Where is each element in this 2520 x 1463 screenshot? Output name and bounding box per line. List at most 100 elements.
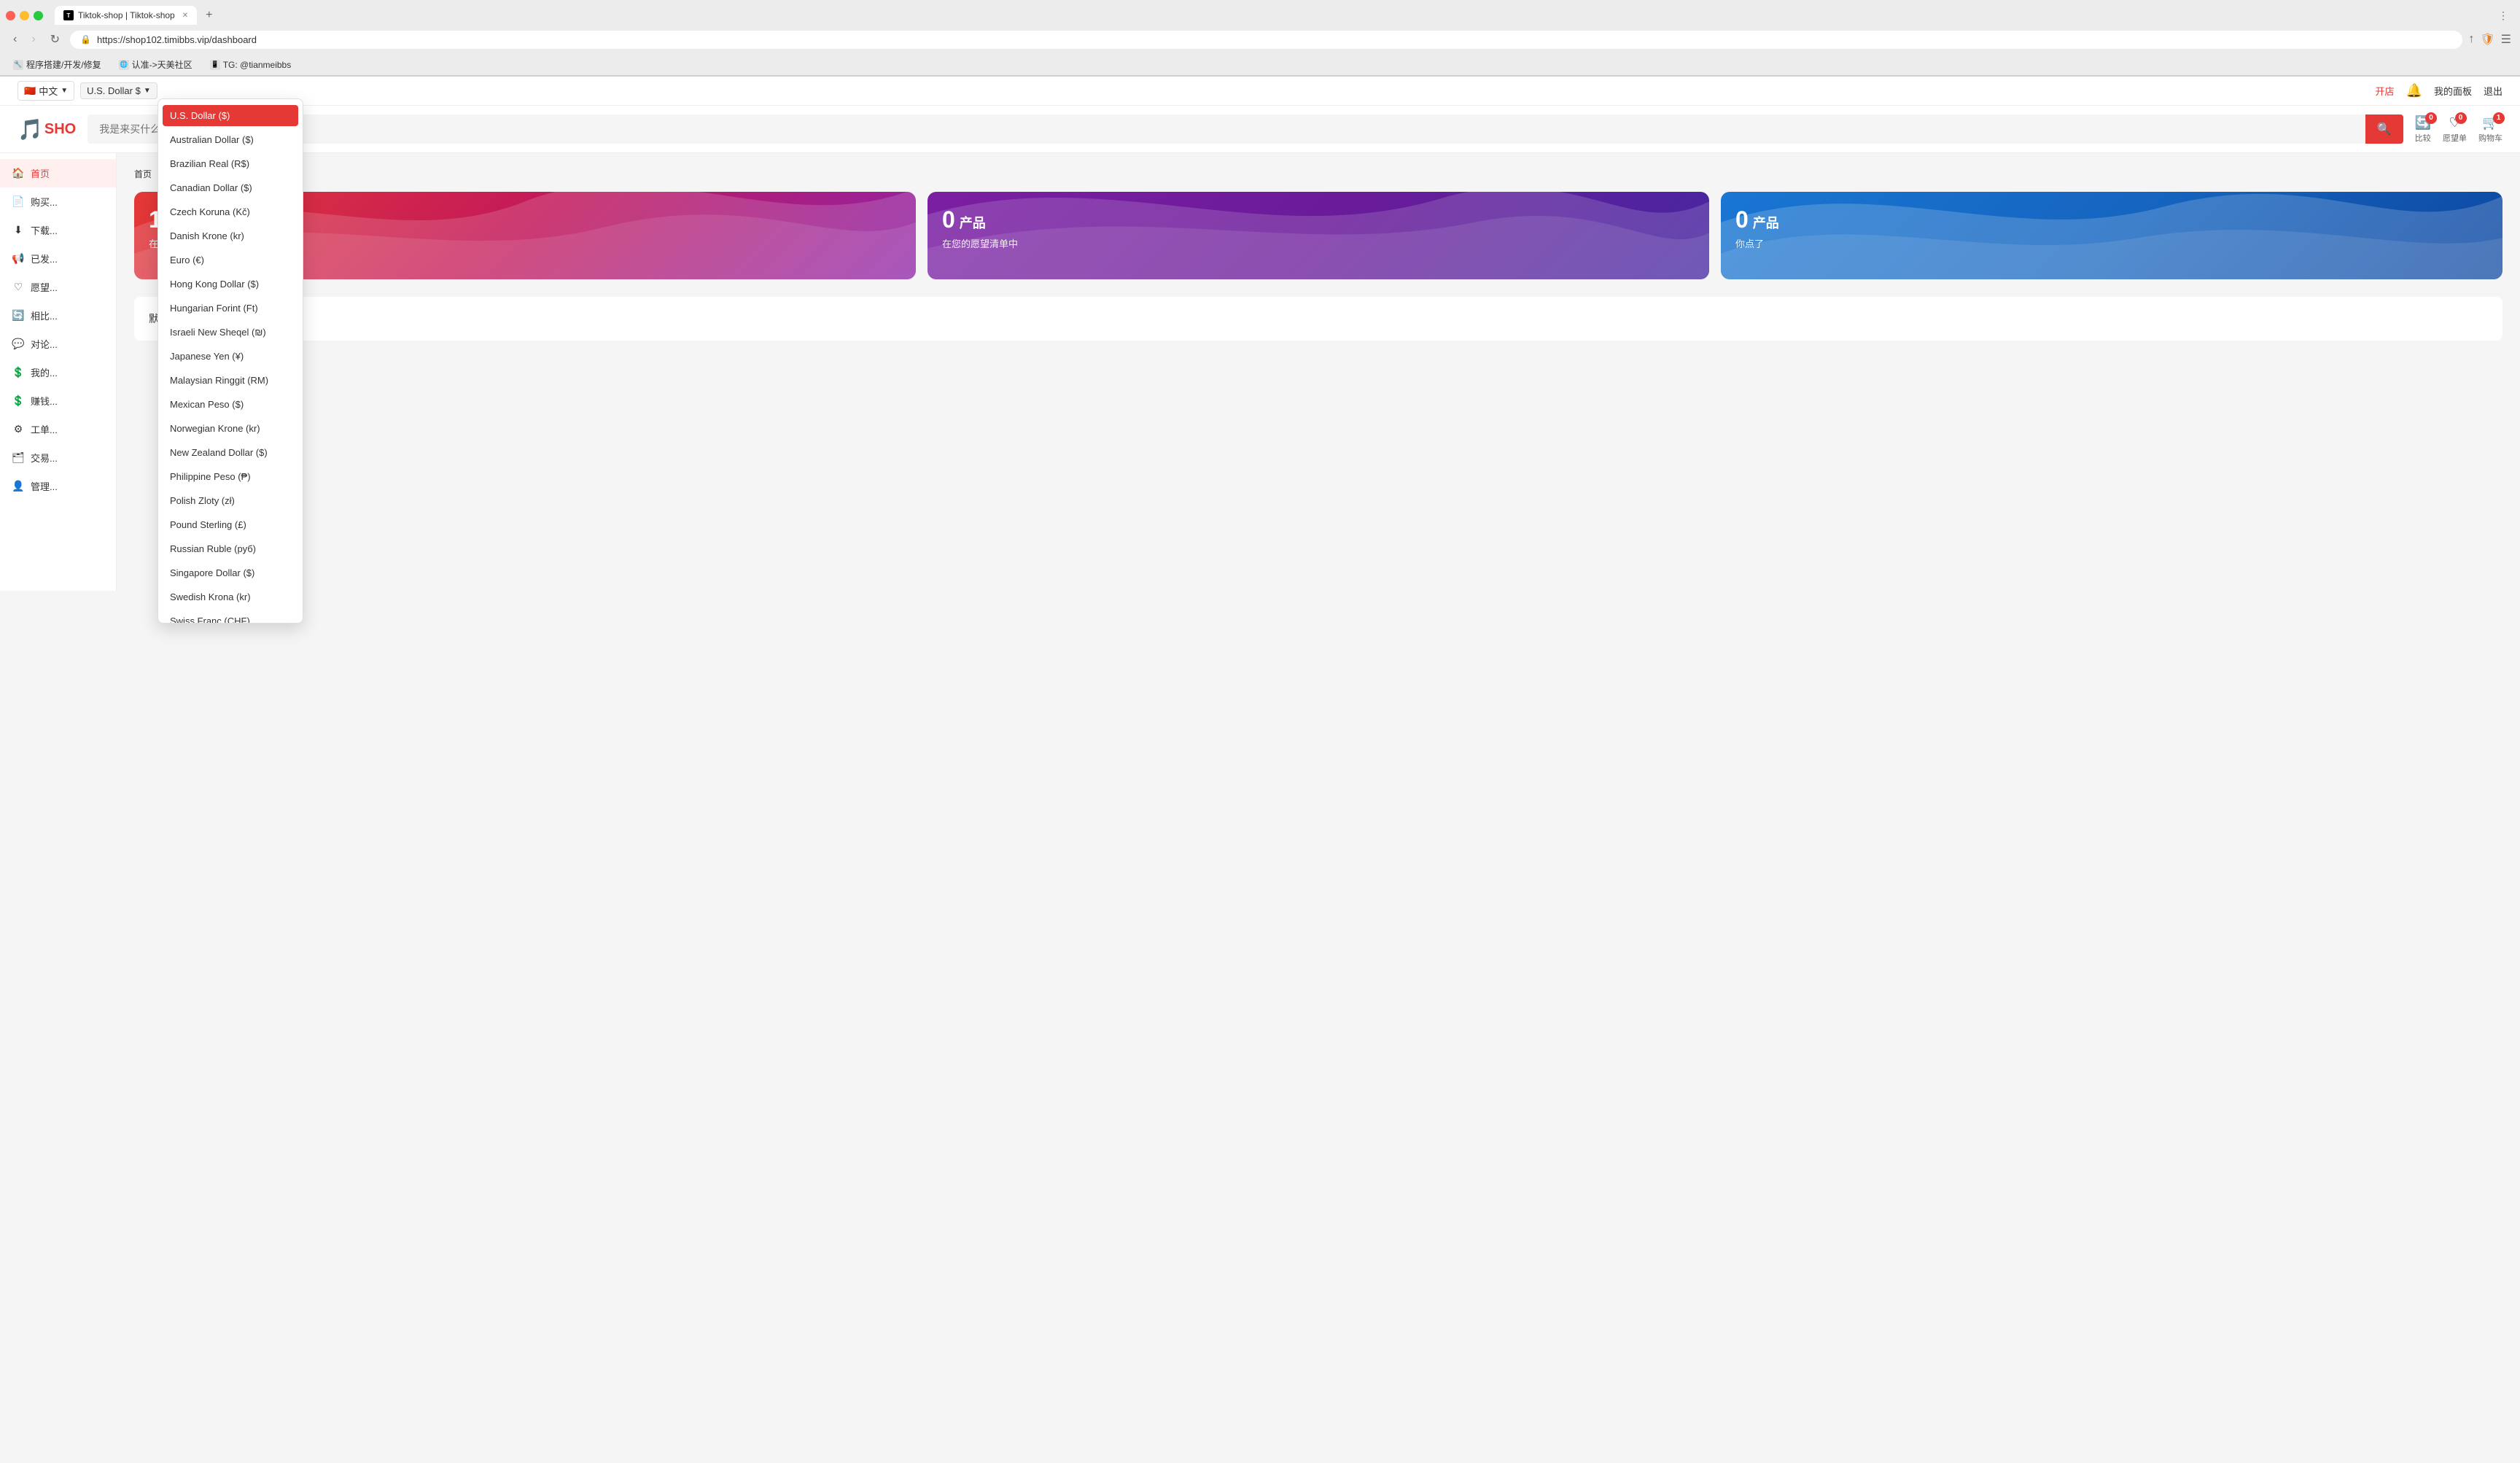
new-tab-button[interactable]: +	[200, 6, 218, 25]
search-icon: 🔍	[2377, 123, 2392, 136]
currency-option-php[interactable]: Philippine Peso (₱)	[158, 465, 303, 489]
bookmark-label-3: TG: @tianmeibbs	[223, 60, 292, 70]
sidebar-label-home: 首页	[31, 166, 50, 180]
currency-option-sek[interactable]: Swedish Krona (kr)	[158, 585, 303, 609]
shipped-icon: 📢	[12, 252, 25, 265]
breadcrumb: 首页	[134, 168, 2502, 180]
sidebar-item-earn[interactable]: 💲 赚钱...	[0, 387, 116, 415]
tab-bar: T Tiktok-shop | Tiktok-shop ✕ + ⋮	[0, 0, 2520, 25]
compare-icon-wrapper: 🔄 0	[2415, 115, 2431, 131]
sidebar-item-downloads[interactable]: ⬇ 下载...	[0, 216, 116, 244]
currency-option-eur[interactable]: Euro (€)	[158, 248, 303, 272]
address-section: 默认送货地址	[134, 297, 2502, 341]
home-icon: 🏠	[12, 167, 25, 179]
currency-option-aud[interactable]: Australian Dollar ($)	[158, 128, 303, 152]
currency-option-brl[interactable]: Brazilian Real (R$)	[158, 152, 303, 176]
currency-option-pln[interactable]: Polish Zloty (zł)	[158, 489, 303, 513]
wallet-icon: 💲	[12, 366, 25, 379]
window-controls	[6, 11, 43, 20]
language-selector[interactable]: 🇨🇳 中文 ▼	[18, 81, 74, 101]
compare-action[interactable]: 🔄 0 比较	[2415, 115, 2431, 144]
currency-chevron-icon: ▼	[144, 87, 151, 95]
compare-badge: 0	[2425, 112, 2437, 124]
breadcrumb-home: 首页	[134, 169, 152, 179]
currency-option-usd[interactable]: U.S. Dollar ($)	[163, 105, 298, 126]
forward-button[interactable]: ›	[27, 30, 39, 49]
currency-option-gbp[interactable]: Pound Sterling (£)	[158, 513, 303, 537]
currency-option-huf[interactable]: Hungarian Forint (Ft)	[158, 296, 303, 320]
logo: 🎵 SHO	[18, 117, 76, 141]
currency-option-dkk[interactable]: Danish Krone (kr)	[158, 224, 303, 248]
earn-icon: 💲	[12, 395, 25, 407]
browser-menu-icon[interactable]: ⋮	[2492, 7, 2514, 25]
sidebar-item-tools[interactable]: ⚙ 工单...	[0, 415, 116, 443]
compare-label: 比较	[2415, 132, 2431, 144]
active-tab[interactable]: T Tiktok-shop | Tiktok-shop ✕	[55, 6, 197, 25]
search-button[interactable]: 🔍	[2365, 115, 2403, 144]
currency-option-cad[interactable]: Canadian Dollar ($)	[158, 176, 303, 200]
currency-option-rub[interactable]: Russian Ruble (руб)	[158, 537, 303, 561]
sidebar-item-orders[interactable]: 📄 购买...	[0, 187, 116, 216]
wave-decoration-blue	[1721, 192, 2502, 279]
wishlist-sidebar-icon: ♡	[12, 281, 25, 293]
sidebar-item-home[interactable]: 🏠 首页	[0, 159, 116, 187]
sidebar-label-shipped: 已发...	[31, 252, 58, 265]
sidebar-item-wallet[interactable]: 💲 我的...	[0, 358, 116, 387]
reload-button[interactable]: ↻	[46, 29, 64, 50]
bookmark-item-3[interactable]: 📱 TG: @tianmeibbs	[206, 58, 296, 71]
search-input[interactable]	[88, 116, 2365, 142]
shield-icon[interactable]: 🛡	[2480, 32, 2494, 47]
currency-option-mxn[interactable]: Mexican Peso ($)	[158, 392, 303, 416]
bookmark-item-2[interactable]: 🌐 认准->天美社区	[114, 57, 197, 72]
open-store-link[interactable]: 开店	[2376, 84, 2395, 98]
compare-sidebar-icon: 🔄	[12, 309, 25, 322]
shop-logo-text: SHO	[44, 121, 76, 138]
flag-icon: 🇨🇳	[24, 85, 36, 97]
lock-icon: 🔒	[80, 34, 91, 44]
sidebar-item-compare[interactable]: 🔄 相比...	[0, 301, 116, 330]
stat-card-clicks: 0 产品 你点了	[1721, 192, 2502, 279]
wave-decoration-purple	[928, 192, 1709, 279]
dashboard-link[interactable]: 我的面板	[2434, 84, 2472, 98]
share-button[interactable]: ↑	[2468, 33, 2474, 46]
sidebar-item-shipped[interactable]: 📢 已发...	[0, 244, 116, 273]
stat-card-wishlist: 0 产品 在您的愿望清单中	[928, 192, 1709, 279]
currency-option-ils[interactable]: Israeli New Sheqel (₪)	[158, 320, 303, 344]
sidebar-label-downloads: 下载...	[31, 223, 58, 237]
logout-link[interactable]: 退出	[2484, 84, 2502, 98]
sidebar-label-wishlist: 愿望...	[31, 280, 58, 294]
back-button[interactable]: ‹	[9, 30, 21, 49]
maximize-window-button[interactable]	[34, 11, 43, 20]
sidebar-item-transactions[interactable]: 🗂 交易...	[0, 443, 116, 472]
cart-action[interactable]: 🛒 1 购物车	[2478, 115, 2502, 144]
bookmarks-bar: 🔧 程序搭建/开发/修复 🌐 认准->天美社区 📱 TG: @tianmeibb…	[0, 54, 2520, 76]
tab-close-icon[interactable]: ✕	[182, 12, 188, 20]
currency-option-sgd[interactable]: Singapore Dollar ($)	[158, 561, 303, 585]
notification-bell-icon[interactable]: 🔔	[2406, 83, 2422, 98]
cart-badge: 1	[2493, 112, 2505, 124]
address-text[interactable]: https://shop102.timibbs.vip/dashboard	[97, 34, 2452, 45]
bookmark-item-1[interactable]: 🔧 程序搭建/开发/修复	[9, 57, 106, 72]
sidebar-label-account: 管理...	[31, 479, 58, 493]
currency-option-myr[interactable]: Malaysian Ringgit (RM)	[158, 368, 303, 392]
currency-option-jpy[interactable]: Japanese Yen (¥)	[158, 344, 303, 368]
sidebar-item-account[interactable]: 👤 管理...	[0, 472, 116, 500]
sidebar-item-wishlist[interactable]: ♡ 愿望...	[0, 273, 116, 301]
wishlist-action[interactable]: ♡ 0 愿望单	[2443, 115, 2467, 144]
bookmark-favicon-1: 🔧	[13, 60, 23, 70]
minimize-window-button[interactable]	[20, 11, 29, 20]
search-bar: 🔍	[88, 115, 2403, 144]
currency-option-nzd[interactable]: New Zealand Dollar ($)	[158, 441, 303, 465]
currency-option-czk[interactable]: Czech Koruna (Kč)	[158, 200, 303, 224]
sidebar-item-reviews[interactable]: 💬 对论...	[0, 330, 116, 358]
tiktok-logo-icon: 🎵	[18, 117, 43, 141]
cart-label: 购物车	[2478, 132, 2502, 144]
currency-option-hkd[interactable]: Hong Kong Dollar ($)	[158, 272, 303, 296]
extensions-button[interactable]: ☰	[2501, 32, 2511, 47]
currency-option-chf[interactable]: Swiss Franc (CHF)	[158, 609, 303, 624]
currency-selector[interactable]: U.S. Dollar $ ▼	[80, 82, 158, 99]
close-window-button[interactable]	[6, 11, 15, 20]
tab-favicon-icon: T	[63, 10, 74, 20]
currency-option-nok[interactable]: Norwegian Krone (kr)	[158, 416, 303, 441]
lang-label: 中文	[39, 84, 58, 98]
